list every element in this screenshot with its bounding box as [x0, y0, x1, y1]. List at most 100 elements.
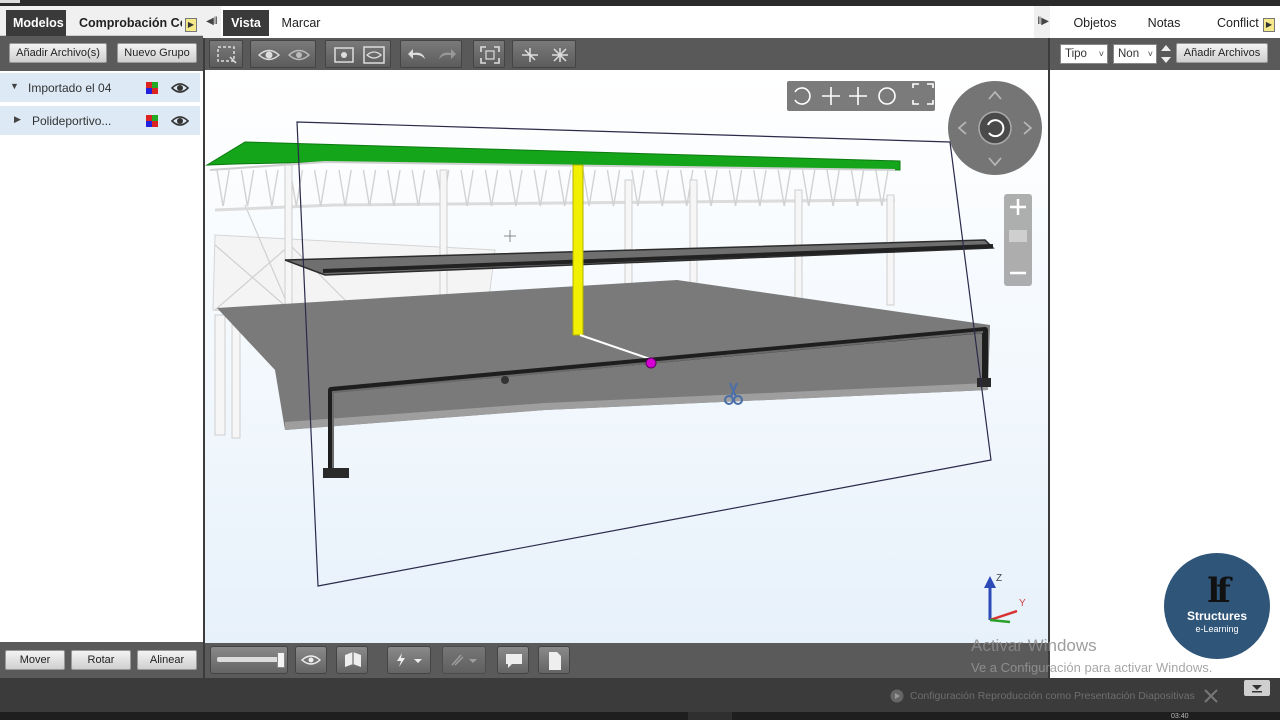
- speech-bubble-icon: [506, 654, 522, 668]
- type-filter-select[interactable]: Tipo ˅: [1060, 44, 1108, 64]
- rotate-button[interactable]: Rotar: [71, 650, 131, 670]
- tab-view[interactable]: Vista: [223, 10, 269, 36]
- fit-view-icon: [480, 46, 500, 64]
- properties-toolbar: Tipo ˅ Non ˅ Añadir Archivos: [1050, 38, 1280, 70]
- show-eye-icon[interactable]: [257, 45, 281, 65]
- eye-icon: [301, 655, 321, 665]
- tree-item-polideportivo[interactable]: ▶ Polideportivo...: [0, 106, 200, 136]
- models-toolbar: Añadir Archivo(s) Nuevo Grupo: [0, 36, 203, 71]
- clock: 03:40: [1171, 713, 1189, 720]
- eye-icon[interactable]: [171, 113, 189, 129]
- tab-models[interactable]: Modelos: [6, 10, 66, 36]
- selected-yellow-column[interactable]: [572, 164, 584, 336]
- models-panel-tabs: Modelos Comprobación Co ▶: [0, 6, 203, 36]
- play-icon[interactable]: [890, 689, 904, 703]
- type-filter-value: Tipo: [1065, 48, 1087, 60]
- logo-subtitle: e-Learning: [1195, 624, 1239, 634]
- axis-y-label: Y: [1019, 598, 1026, 609]
- chevron-down-icon: ˅: [1147, 49, 1153, 59]
- tab-scroll-right-icon[interactable]: ▶: [185, 18, 197, 32]
- comment-button[interactable]: [497, 646, 529, 674]
- add-files-button[interactable]: Añadir Archivo(s): [9, 43, 107, 63]
- eye-icon[interactable]: [171, 80, 189, 96]
- activate-windows-hint: Ve a Configuración para activar Windows.: [971, 660, 1213, 675]
- beam-support-left: [323, 468, 349, 478]
- visibility-toggle-button[interactable]: [295, 646, 327, 674]
- player-bar: Configuración Reproducción como Presenta…: [0, 678, 1280, 720]
- lightning-icon: [397, 653, 422, 667]
- zoom-slider-thumb[interactable]: [1009, 230, 1027, 242]
- selection-box-icon: [217, 46, 237, 64]
- structure-model[interactable]: [205, 70, 1048, 643]
- properties-tabs: Objetos Notas Conflict ▶: [1050, 6, 1280, 38]
- navigation-mode-toolbar: [787, 81, 935, 111]
- collapse-left-panel-icon[interactable]: ◀‖: [203, 6, 221, 38]
- view-toolbar: [205, 38, 1048, 70]
- book-button[interactable]: [336, 646, 368, 674]
- redo-icon[interactable]: [435, 45, 457, 65]
- beam-node[interactable]: [501, 376, 509, 384]
- collapsed-triangle-icon[interactable]: ▶: [14, 114, 21, 125]
- activate-windows-title: Activar Windows: [971, 636, 1097, 655]
- tree-item-label: Polideportivo...: [32, 114, 112, 128]
- expanded-triangle-icon[interactable]: ▼: [10, 81, 19, 91]
- isolate-tools: [325, 40, 391, 68]
- name-filter-value: Non: [1118, 48, 1140, 60]
- lighting-dropdown[interactable]: [387, 646, 431, 674]
- sort-icon[interactable]: [1160, 44, 1172, 64]
- align-button[interactable]: Alinear: [137, 650, 197, 670]
- isolate-eye-icon[interactable]: [362, 45, 386, 65]
- chevron-down-icon: ˅: [1098, 49, 1104, 59]
- player-settings-text: Configuración Reproducción como Presenta…: [910, 690, 1195, 702]
- beam-support-right: [977, 378, 991, 387]
- rendering-dropdown[interactable]: [442, 646, 486, 674]
- navigation-wheel[interactable]: [948, 81, 1042, 175]
- new-group-button[interactable]: Nuevo Grupo: [117, 43, 197, 63]
- roof-truss: [209, 160, 896, 212]
- visibility-tools: [250, 40, 316, 68]
- 3d-viewport[interactable]: Z Y: [205, 70, 1048, 643]
- menu-button[interactable]: [1244, 680, 1270, 696]
- models-panel: Modelos Comprobación Co ▶ Añadir Archivo…: [0, 6, 203, 678]
- tab-conflicts[interactable]: Conflict: [1210, 10, 1260, 36]
- logo-mark: lf: [1207, 571, 1231, 611]
- history-tools: [400, 40, 462, 68]
- axis-z-label: Z: [996, 573, 1003, 584]
- crosshair-icon: [504, 230, 516, 242]
- isolate-icon[interactable]: [332, 45, 356, 65]
- system-taskbar: [0, 712, 1280, 720]
- color-icon[interactable]: [146, 82, 158, 94]
- book-icon: [345, 652, 361, 667]
- tree-item-label: Importado el 04: [28, 81, 112, 95]
- taskbar-app[interactable]: [688, 712, 732, 720]
- fit-view-button[interactable]: [473, 40, 505, 68]
- section-box-icon[interactable]: [549, 45, 571, 65]
- document-icon: [549, 652, 561, 670]
- transparency-slider[interactable]: [210, 646, 288, 674]
- window-indicator: [0, 0, 20, 3]
- logo-title: Structures: [1186, 609, 1248, 623]
- move-button[interactable]: Mover: [5, 650, 65, 670]
- caret-down-icon: [1252, 685, 1262, 693]
- tools-icon[interactable]: [1203, 688, 1219, 704]
- tab-scroll-right-icon[interactable]: ▶: [1263, 18, 1275, 32]
- structures-logo: lf Structures e-Learning: [1164, 553, 1270, 659]
- tab-objects[interactable]: Objetos: [1064, 10, 1126, 36]
- tab-notes[interactable]: Notas: [1138, 10, 1190, 36]
- models-bottom-bar: Mover Rotar Alinear: [0, 642, 203, 678]
- selected-node[interactable]: [645, 357, 657, 369]
- tab-markup[interactable]: Marcar: [273, 10, 329, 36]
- tree-item-imported[interactable]: ▼ Importado el 04: [0, 73, 200, 103]
- undo-icon[interactable]: [407, 45, 429, 65]
- hide-eye-icon[interactable]: [287, 45, 311, 65]
- document-button[interactable]: [538, 646, 570, 674]
- select-box-button[interactable]: [209, 40, 243, 68]
- render-style-icon: [451, 654, 477, 666]
- name-filter-select[interactable]: Non ˅: [1113, 44, 1157, 64]
- color-icon[interactable]: [146, 115, 158, 127]
- zoom-control: [1004, 194, 1032, 286]
- section-tools: [512, 40, 576, 68]
- add-files-button[interactable]: Añadir Archivos: [1176, 43, 1268, 63]
- section-plane-icon[interactable]: [519, 45, 541, 65]
- tab-clash-check[interactable]: Comprobación Co: [72, 10, 182, 36]
